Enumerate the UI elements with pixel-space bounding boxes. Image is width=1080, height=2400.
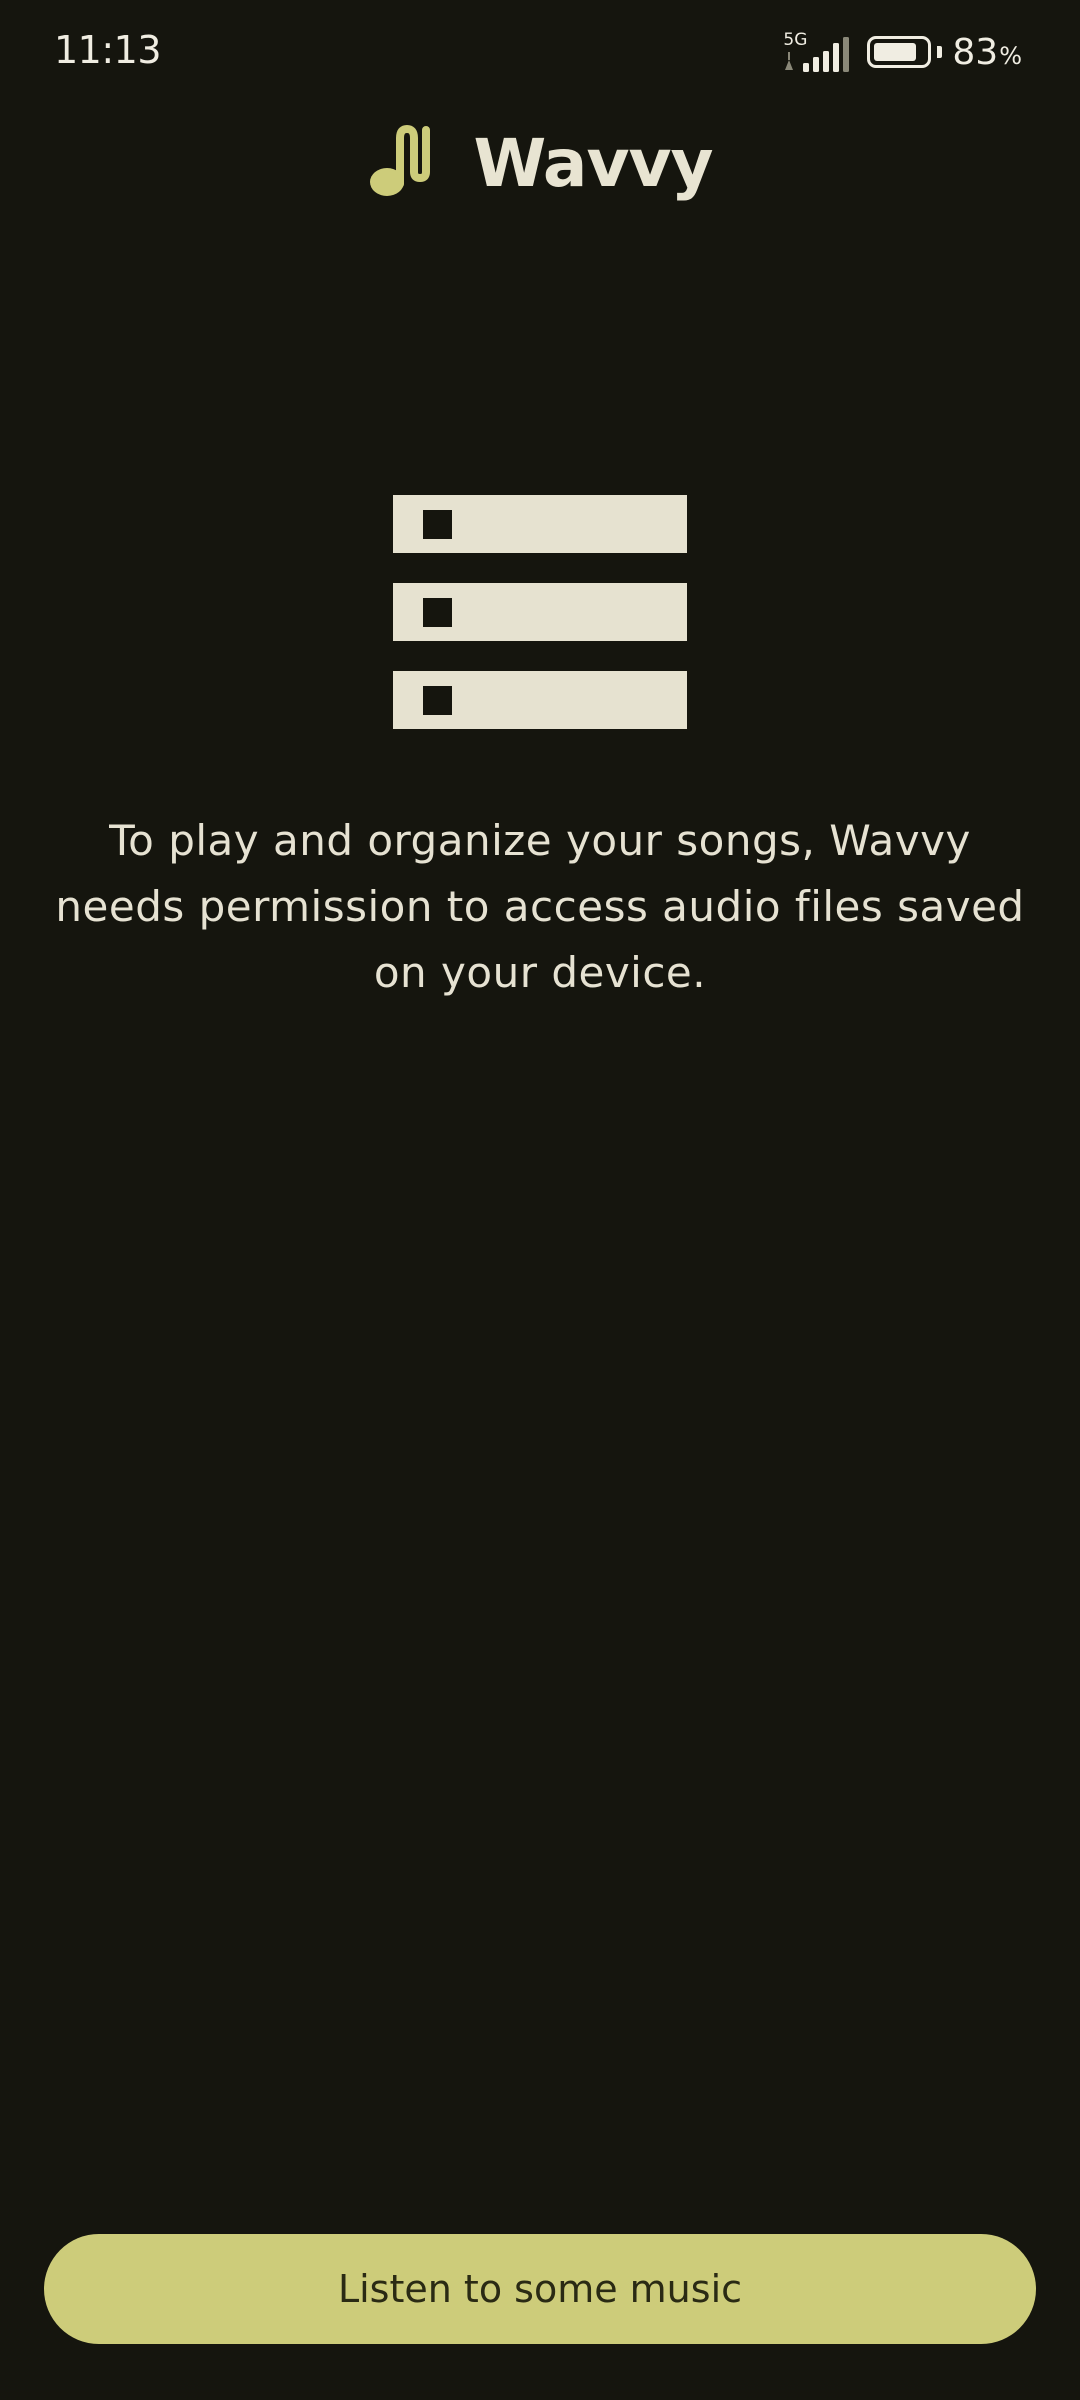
battery-icon: [867, 36, 932, 68]
list-icon-bullet: [423, 510, 452, 539]
battery-percentage: 83%: [952, 32, 1022, 73]
battery-percent-sign: %: [999, 41, 1022, 70]
permission-message: To play and organize your songs, Wavvy n…: [55, 816, 1025, 997]
status-time: 11:13: [54, 28, 162, 72]
list-icon-bullet: [423, 686, 452, 715]
list-icon-row: [393, 495, 687, 553]
permission-screen: 11:13 5G 83% Wavvy To play and organize …: [0, 0, 1080, 2400]
status-bar: 11:13 5G 83%: [0, 0, 1080, 104]
list-icon-bullet: [423, 598, 452, 627]
list-icon-row: [393, 583, 687, 641]
list-icon: [393, 495, 687, 730]
list-icon-row: [393, 671, 687, 729]
battery-fill: [874, 43, 917, 61]
music-note-icon: [370, 125, 431, 196]
battery-tip: [937, 46, 943, 58]
battery-percent-value: 83: [952, 31, 999, 73]
app-title: Wavvy: [473, 124, 713, 202]
status-indicators: 5G 83%: [783, 30, 1022, 74]
app-header: Wavvy: [0, 118, 1080, 208]
listen-to-music-button[interactable]: Listen to some music: [44, 2234, 1036, 2344]
cellular-signal-icon: 5G: [783, 30, 851, 74]
